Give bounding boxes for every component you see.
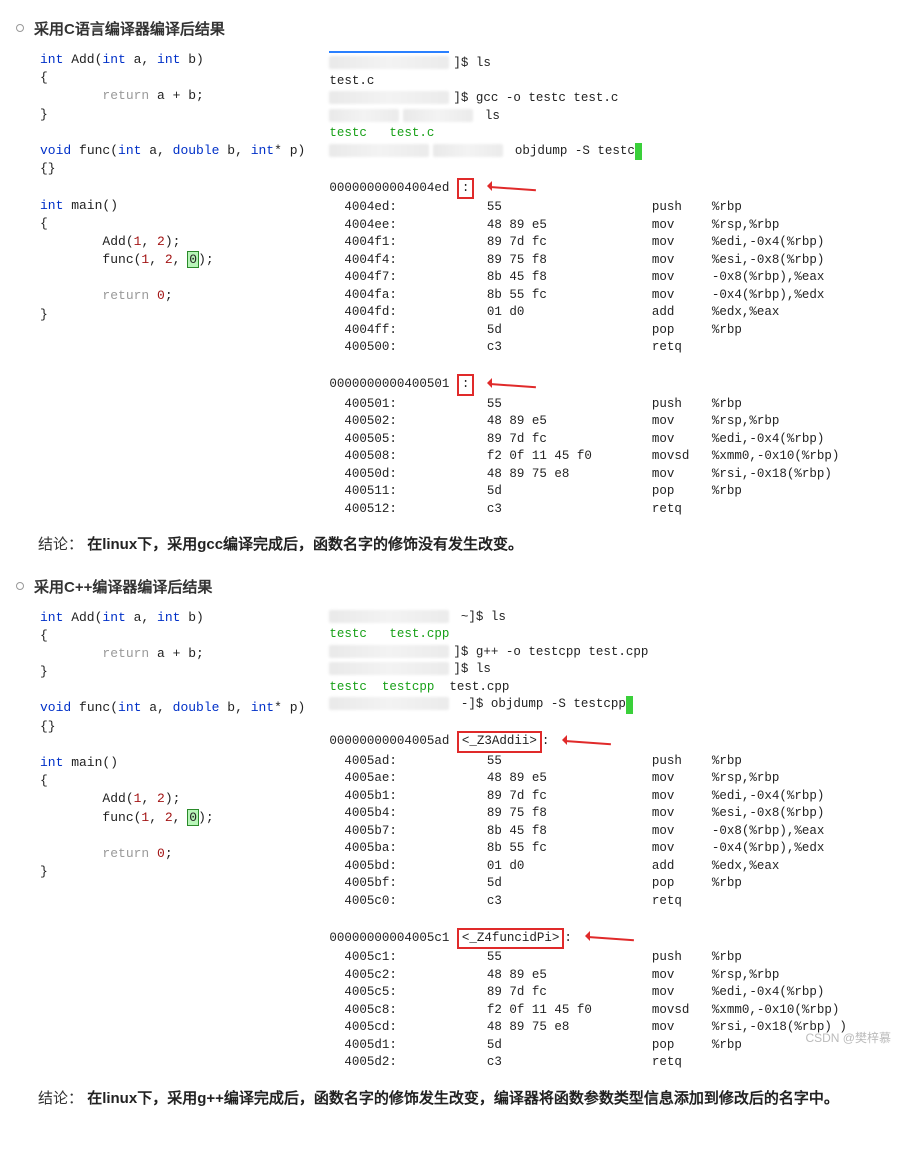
- cpp-source-code: int Add(int a, int b) { return a + b; } …: [40, 609, 305, 882]
- c-conclusion: 结论： 在linux下，采用gcc编译完成后，函数名字的修饰没有发生改变。: [38, 532, 858, 558]
- section-c-title: 采用C语言编译器编译后结果: [34, 18, 225, 39]
- cpp-green1: testc test.cpp: [329, 627, 449, 641]
- section-c-header: 采用C语言编译器编译后结果: [16, 18, 899, 39]
- terminal-cursor-icon: [626, 696, 633, 714]
- cpp-conclusion: 结论： 在linux下，采用g++编译完成后，函数名字的修饰发生改变，编译器将函…: [38, 1086, 858, 1112]
- c-testc-line: test.c: [329, 74, 374, 88]
- conclusion-label: 结论：: [38, 1090, 83, 1107]
- cpp-objdump: -]$ objdump -S testcpp: [453, 697, 626, 711]
- bullet-icon: [16, 24, 24, 32]
- cpp-ls2-tail: test.cpp: [434, 680, 509, 694]
- c-disasm: 00000000004004ed : 4004ed: 55 push %rbp …: [329, 160, 849, 518]
- c-testc-green: testc test.c: [329, 126, 434, 140]
- c-objdump: objdump -S testc: [507, 144, 635, 158]
- c-gcc: ]$ gcc -o testc test.c: [453, 91, 618, 105]
- cpp-terminal-block: ~]$ ls testc test.cpp ]$ g++ -o testcpp …: [329, 609, 849, 1072]
- c-ls1: ]$ ls: [453, 56, 491, 70]
- c-ls2: ls: [477, 109, 500, 123]
- cpp-gpp: ]$ g++ -o testcpp test.cpp: [453, 645, 648, 659]
- cyan-topline: [329, 51, 449, 53]
- cpp-ls2: ]$ ls: [453, 662, 491, 676]
- section-c-figure: int Add(int a, int b) { return a + b; } …: [40, 51, 899, 518]
- section-cpp-header: 采用C++编译器编译后结果: [16, 576, 899, 597]
- section-cpp-figure: int Add(int a, int b) { return a + b; } …: [40, 609, 899, 1072]
- cpp-green2: testc testcpp: [329, 680, 434, 694]
- conclusion-label: 结论：: [38, 536, 83, 553]
- cpp-term-header: ~]$ ls testc test.cpp ]$ g++ -o testcpp …: [329, 609, 849, 714]
- conclusion-text: 在linux下，采用gcc编译完成后，函数名字的修饰没有发生改变。: [87, 536, 523, 553]
- c-terminal-block: ]$ ls test.c ]$ gcc -o testc test.c ls t…: [329, 51, 849, 518]
- cpp-ls1: ~]$ ls: [453, 610, 506, 624]
- conclusion-text: 在linux下，采用g++编译完成后，函数名字的修饰发生改变，编译器将函数参数类…: [87, 1090, 839, 1107]
- c-term-header: ]$ ls test.c ]$ gcc -o testc test.c ls t…: [329, 55, 849, 160]
- bullet-icon: [16, 582, 24, 590]
- terminal-cursor-icon: [635, 143, 642, 161]
- c-source-code: int Add(int a, int b) { return a + b; } …: [40, 51, 305, 324]
- section-cpp-title: 采用C++编译器编译后结果: [34, 576, 212, 597]
- cpp-disasm: 00000000004005ad <_Z3Addii>: 4005ad: 55 …: [329, 714, 849, 1072]
